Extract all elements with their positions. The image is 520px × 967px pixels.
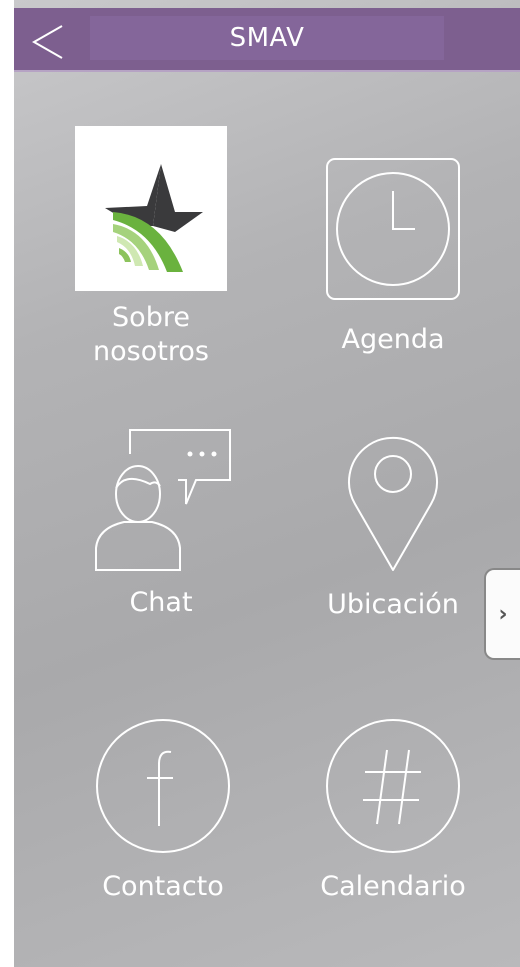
chevron-left-icon xyxy=(31,25,63,59)
logo-box xyxy=(75,126,227,291)
tile-sobre-nosotros[interactable]: Sobre nosotros xyxy=(61,126,241,369)
back-button[interactable] xyxy=(30,22,66,62)
side-drawer-tab[interactable]: › xyxy=(484,568,520,660)
tile-label: Chat xyxy=(129,587,193,618)
hashtag-icon xyxy=(326,719,460,853)
tile-ubicacion[interactable]: Ubicación xyxy=(303,426,483,622)
title-bar: SMAV xyxy=(90,16,444,60)
tile-label-line2: nosotros xyxy=(93,336,209,367)
tile-label-line1: Sobre xyxy=(112,302,190,333)
tile-label: Ubicación xyxy=(327,589,459,620)
tile-label: Agenda xyxy=(341,324,445,355)
app-header: SMAV xyxy=(14,8,520,72)
star-logo-icon xyxy=(105,163,203,272)
tile-calendario[interactable]: Calendario xyxy=(303,716,483,904)
page-title: SMAV xyxy=(229,23,305,53)
tile-chat[interactable]: Chat xyxy=(71,424,251,620)
map-pin-icon xyxy=(348,436,438,571)
facebook-icon xyxy=(96,719,230,853)
chevron-right-icon: › xyxy=(498,601,508,627)
clock-icon xyxy=(326,158,460,300)
tile-contacto[interactable]: Contacto xyxy=(73,716,253,904)
chat-person-icon xyxy=(95,429,231,571)
app-screen: SMAV Sobre nosotros Agenda Chat Ubicació… xyxy=(14,0,520,967)
tile-label: Contacto xyxy=(102,871,224,902)
tile-label: Calendario xyxy=(320,871,466,902)
tile-agenda[interactable]: Agenda xyxy=(303,155,483,357)
